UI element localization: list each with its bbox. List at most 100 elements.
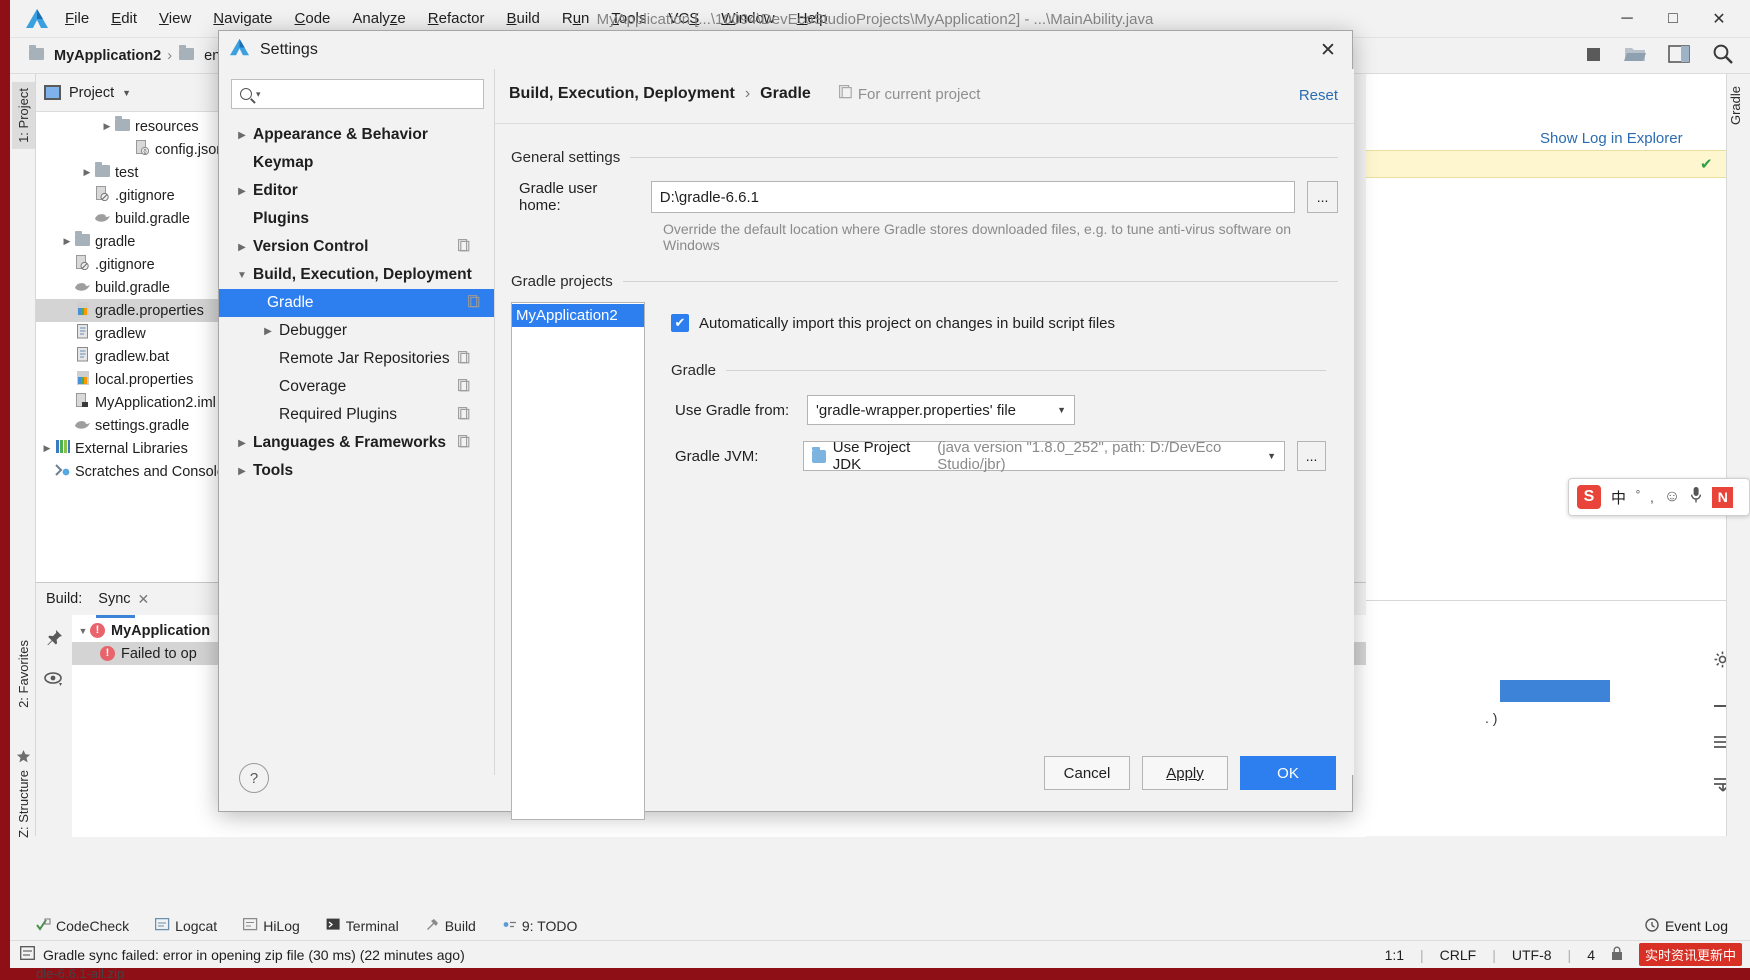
menu-analyze[interactable]: Analyze bbox=[341, 7, 416, 30]
settings-tree-item-required-plugins[interactable]: Required Plugins bbox=[231, 401, 484, 429]
search-input[interactable] bbox=[266, 81, 477, 107]
maximize-button[interactable]: □ bbox=[1650, 0, 1696, 38]
use-gradle-from-select[interactable]: 'gradle-wrapper.properties' file ▼ bbox=[807, 395, 1075, 425]
bottom-tab-terminal[interactable]: Terminal bbox=[326, 918, 399, 934]
chevron-right-icon[interactable]: ▶ bbox=[231, 130, 253, 141]
settings-search-box[interactable]: ▾ bbox=[231, 79, 484, 109]
project-tree-row[interactable]: ▶ External Libraries bbox=[36, 437, 219, 460]
settings-tree-item-languages-frameworks[interactable]: ▶ Languages & Frameworks bbox=[231, 429, 484, 457]
bottom-tab-hilog[interactable]: HiLog bbox=[243, 917, 300, 934]
auto-import-row[interactable]: ✔ Automatically import this project on c… bbox=[671, 314, 1326, 332]
chevron-right-icon[interactable]: ▶ bbox=[100, 121, 114, 132]
menu-code[interactable]: Code bbox=[284, 7, 342, 30]
tool-tab-project[interactable]: 1: Project bbox=[12, 82, 35, 149]
bottom-tab-logcat[interactable]: Logcat bbox=[155, 917, 217, 934]
line-separator[interactable]: CRLF bbox=[1440, 947, 1477, 963]
menu-window[interactable]: Window bbox=[710, 7, 785, 30]
gradle-jvm-browse-button[interactable]: ... bbox=[1297, 441, 1327, 471]
settings-tree-item-debugger[interactable]: ▶ Debugger bbox=[231, 317, 484, 345]
show-log-in-explorer-link[interactable]: Show Log in Explorer bbox=[1540, 130, 1683, 147]
project-tree-row[interactable]: settings.gradle bbox=[36, 414, 219, 437]
menu-view[interactable]: View bbox=[148, 7, 202, 30]
minimize-button[interactable]: ─ bbox=[1604, 0, 1650, 38]
chevron-right-icon[interactable]: ▶ bbox=[80, 167, 94, 178]
project-tree-row[interactable]: build.gradle bbox=[36, 207, 219, 230]
project-tree-row[interactable]: .gitignore bbox=[36, 253, 219, 276]
chevron-down-icon[interactable]: ▼ bbox=[76, 626, 90, 636]
ok-button[interactable]: OK bbox=[1240, 756, 1336, 790]
project-tree-row[interactable]: MyApplication2.iml bbox=[36, 391, 219, 414]
settings-tree-item-tools[interactable]: ▶ Tools bbox=[231, 457, 484, 485]
sync-tab[interactable]: Sync ✕ bbox=[96, 586, 151, 618]
bottom-tab-9-todo[interactable]: 9: TODO bbox=[502, 918, 577, 934]
settings-tree[interactable]: ▶ Appearance & Behavior Keymap ▶ Editor Plugi… bbox=[219, 121, 494, 485]
apply-button[interactable]: Apply bbox=[1142, 756, 1228, 790]
chevron-right-icon[interactable]: ▶ bbox=[231, 438, 253, 449]
caret-position[interactable]: 1:1 bbox=[1385, 947, 1404, 963]
cancel-button[interactable]: Cancel bbox=[1044, 756, 1130, 790]
breadcrumb-project[interactable]: MyApplication2 bbox=[24, 44, 165, 64]
dialog-close-button[interactable]: ✕ bbox=[1304, 31, 1352, 69]
menu-help[interactable]: Help bbox=[786, 7, 839, 30]
project-tree-row[interactable]: gradlew.bat bbox=[36, 345, 219, 368]
menu-file[interactable]: File bbox=[54, 7, 100, 30]
bottom-tab-build[interactable]: Build bbox=[425, 918, 476, 934]
chevron-right-icon[interactable]: ▶ bbox=[257, 326, 279, 337]
menu-navigate[interactable]: Navigate bbox=[202, 7, 283, 30]
chevron-right-icon[interactable]: ▶ bbox=[231, 466, 253, 477]
menu-edit[interactable]: Edit bbox=[100, 7, 148, 30]
lock-icon[interactable] bbox=[1611, 946, 1623, 964]
gradle-user-home-input[interactable]: D:\gradle-6.6.1 bbox=[650, 181, 1296, 213]
chevron-right-icon[interactable]: ▶ bbox=[231, 186, 253, 197]
chevron-down-icon[interactable]: ▼ bbox=[122, 88, 131, 98]
settings-tree-item-appearance-behavior[interactable]: ▶ Appearance & Behavior bbox=[231, 121, 484, 149]
ime-mode-label[interactable]: 中 bbox=[1611, 487, 1626, 508]
project-tree-row[interactable]: ▶ gradle bbox=[36, 230, 219, 253]
settings-tree-item-plugins[interactable]: Plugins bbox=[231, 205, 484, 233]
ime-status-badge[interactable]: 实时资讯更新中 bbox=[1638, 943, 1742, 966]
event-log-button[interactable]: Event Log bbox=[1645, 912, 1728, 940]
menu-build[interactable]: Build bbox=[495, 7, 550, 30]
eye-icon[interactable] bbox=[44, 671, 64, 691]
project-tree-row[interactable]: local.properties bbox=[36, 368, 219, 391]
project-tree-row[interactable]: .gitignore bbox=[36, 184, 219, 207]
settings-tree-item-remote-jar-repositories[interactable]: Remote Jar Repositories bbox=[231, 345, 484, 373]
sogou-logo-icon[interactable]: S bbox=[1577, 485, 1601, 509]
stop-icon[interactable] bbox=[1585, 46, 1602, 67]
menu-vcs[interactable]: VCS bbox=[657, 7, 710, 30]
tool-tab-gradle[interactable]: Gradle bbox=[1728, 86, 1743, 125]
project-tree-row[interactable]: ▶ resources bbox=[36, 115, 219, 138]
menu-run[interactable]: Run bbox=[551, 7, 601, 30]
project-tree-row[interactable]: Scratches and Consoles bbox=[36, 460, 232, 483]
settings-tree-item-build-execution-deployment[interactable]: ▼ Build, Execution, Deployment bbox=[231, 261, 484, 289]
folder-open-icon[interactable] bbox=[1624, 45, 1646, 67]
menu-tools[interactable]: Tools bbox=[600, 7, 657, 30]
gradle-user-home-browse-button[interactable]: ... bbox=[1307, 181, 1338, 213]
indent-size[interactable]: 4 bbox=[1587, 947, 1595, 963]
breadcrumb-parent[interactable]: Build, Execution, Deployment bbox=[509, 85, 735, 103]
list-item[interactable]: MyApplication2 bbox=[512, 304, 644, 327]
close-icon[interactable]: ✕ bbox=[138, 591, 150, 608]
chevron-right-icon[interactable]: ▶ bbox=[40, 443, 54, 454]
pin-icon[interactable] bbox=[45, 629, 63, 651]
auto-import-checkbox[interactable]: ✔ bbox=[671, 314, 689, 332]
project-tree-row[interactable]: {} config.json bbox=[36, 138, 224, 161]
project-tree-row[interactable]: gradle.properties bbox=[36, 299, 219, 322]
ime-toolbar[interactable]: S 中 ゜, ☺ N bbox=[1568, 478, 1750, 516]
search-icon[interactable] bbox=[1712, 43, 1734, 69]
bottom-tab-codecheck[interactable]: CodeCheck bbox=[36, 918, 129, 934]
ime-n-icon[interactable]: N bbox=[1712, 486, 1734, 508]
project-tree[interactable]: ▶ resources {} config.json ▶ test .gitignore bu… bbox=[36, 112, 232, 483]
tool-tab-structure[interactable]: Z: Structure bbox=[12, 764, 35, 844]
window-close-button[interactable]: ✕ bbox=[1696, 0, 1742, 38]
chevron-right-icon[interactable]: ▶ bbox=[231, 242, 253, 253]
tool-tab-favorites[interactable]: 2: Favorites bbox=[12, 634, 35, 714]
reset-link[interactable]: Reset bbox=[1299, 87, 1338, 104]
chevron-down-icon[interactable]: ▾ bbox=[256, 89, 261, 100]
layout-icon[interactable] bbox=[1668, 45, 1690, 67]
chevron-down-icon[interactable]: ▼ bbox=[231, 270, 253, 281]
project-tree-row[interactable]: ▶ test bbox=[36, 161, 219, 184]
bottom-tool-tabs[interactable]: CodeCheck Logcat HiLog Terminal Build 9: TODO bbox=[36, 912, 1750, 940]
settings-tree-item-editor[interactable]: ▶ Editor bbox=[231, 177, 484, 205]
menu-refactor[interactable]: Refactor bbox=[417, 7, 496, 30]
